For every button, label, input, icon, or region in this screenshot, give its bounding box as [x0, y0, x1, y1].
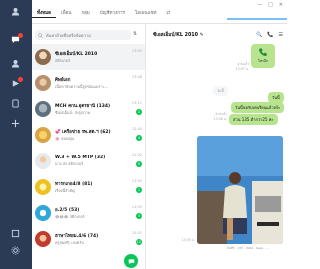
call-read-stamp: อ่านแล้ว 13:47 น. [235, 62, 249, 71]
chat-preview: ครูสมศรี: เก่งครับ [55, 240, 84, 245]
search-icon [38, 32, 43, 38]
chat-preview: เนื้อหาข้อความนี้ถูกซ่อนเพราะ... [55, 84, 109, 89]
chat-name: 💞 เครือข่าย รพ.สต.ฯ (62) [55, 130, 111, 135]
avatar [35, 101, 51, 117]
avatar [35, 179, 51, 195]
chat-list-item[interactable]: ศิษย์เอก เนื้อหาข้อความนี้ถูกซ่อนเพราะ...… [32, 70, 145, 96]
chat-list-item[interactable]: W.3 + W.5 MTP (32) นาง ส่ง สติกเกอร์ 12:2… [32, 148, 145, 174]
chat-filter-tabs: ทั้งหมด เพื่อน กลุ่ม บัญชีทางการ โอเพนแช… [32, 9, 175, 18]
call-message-card[interactable]: โทรอีก [251, 44, 275, 68]
shared-photo[interactable] [197, 136, 283, 244]
tab-groups[interactable]: กลุ่ม [76, 9, 94, 18]
tab-all[interactable]: ทั้งหมด [32, 9, 57, 18]
chat-time: 11:05 [131, 205, 142, 209]
tab-friends[interactable]: เพื่อน [56, 9, 76, 18]
chat-list-item[interactable]: อ.2/5 (53) 😂😂😂 สติกเกอร์ 11:05 3 [32, 200, 145, 226]
chat-name: ศิษย์เอก [55, 78, 71, 83]
title-accent-line [227, 18, 287, 20]
chat-name: อ.2/5 (53) [55, 208, 80, 213]
settings-icon[interactable] [10, 245, 21, 256]
close-button[interactable]: ✕ [279, 2, 283, 8]
chat-time: 13:59 [131, 49, 142, 53]
new-chat-button[interactable] [124, 254, 138, 268]
unread-badge: 4 [136, 135, 142, 141]
unread-badge: 9 [136, 161, 142, 167]
photo-actions[interactable]: บันทึก · แชร์ · ส่งต่อ · Keep · ... [227, 246, 269, 251]
top-tab-bar: ทั้งหมด เพื่อน กลุ่ม บัญชีทางการ โอเพนแช… [32, 0, 287, 24]
photo-time-stamp: 13:59 น. [181, 238, 195, 242]
avatar [35, 231, 51, 247]
chat-name: W.3 + W.5 MTP (32) [55, 155, 106, 160]
call-label: โทรอีก [257, 59, 269, 63]
photo-image [197, 136, 283, 244]
add-icon[interactable] [10, 118, 21, 129]
phone-icon[interactable]: 📞 [267, 32, 273, 38]
chat-bubble-icon [128, 258, 134, 264]
chat-list-item[interactable]: ซีเอสเอ็มบ์/KL 2010 สติกเกอร์ 13:59 [32, 44, 145, 70]
chat-preview: สติกเกอร์ [55, 58, 70, 63]
left-nav-rail [0, 0, 32, 269]
unread-badge: 12 [135, 239, 142, 245]
chat-name: MCH คกน.อุดรธานี (134) [55, 104, 111, 109]
profile-icon[interactable] [10, 6, 21, 17]
screen-capture-icon[interactable] [10, 228, 21, 239]
date-chip: วันนี้ [213, 86, 228, 96]
window-controls: — □ ✕ [257, 2, 283, 8]
chat-preview: เรื่องนี้สำคัญ [55, 188, 76, 193]
tab-official[interactable]: บัญชีทางการ [95, 9, 130, 18]
avatar [35, 75, 51, 91]
chat-time: 13:11 [131, 101, 142, 105]
maximize-button[interactable]: □ [268, 2, 273, 8]
sort-button[interactable]: ⇅ [133, 31, 137, 37]
search-input[interactable] [46, 32, 126, 38]
unread-badge: 2 [136, 109, 142, 115]
chat-preview: 😂😂😂 สติกเกอร์ [55, 214, 85, 219]
tab-more[interactable]: ⇄ [162, 9, 176, 18]
unread-badge: 3 [136, 213, 142, 219]
avatar [35, 205, 51, 221]
friends-icon[interactable] [10, 58, 21, 69]
chat-list-panel: ⇅ ซีเอสเอ็มบ์/KL 2010สติกเกอร์ 13:59 ศิษ… [32, 24, 146, 269]
chat-name: ทารกเกอ4/8 (81) [55, 182, 93, 187]
phone-icon [259, 48, 267, 56]
chat-time: 11:50 [131, 179, 142, 183]
chat-items: ซีเอสเอ็มบ์/KL 2010 สติกเกอร์ 13:59 ศิษย์… [32, 44, 145, 252]
chat-preview: นาง ส่ง สติกเกอร์ [55, 161, 84, 166]
message-read-stamp: อ่านแล้ว 13:58 น. [213, 112, 227, 121]
avatar [35, 153, 51, 169]
voom-badge [18, 77, 23, 82]
menu-icon[interactable]: ☰ [279, 32, 283, 38]
avatar [35, 127, 51, 143]
tab-openchat[interactable]: โอเพนแชท [130, 9, 162, 18]
unread-badge: 1 [136, 187, 142, 193]
message-bubble[interactable]: ส่วน 135 ต่ำกว่า25 ค่ะ [229, 114, 278, 125]
chat-list-item[interactable]: ฮาษาไทยม.4/6 (74) ครูสมศรี: เก่งครับ 10:3… [32, 226, 145, 252]
chat-name: ซีเอสเอ็มบ์/KL 2010 [55, 52, 98, 57]
conversation-tools: 🔍 📞 ☰ [256, 32, 283, 38]
chat-time: 12:40 [131, 127, 142, 131]
conversation-header: ซีเอสเอ็มบ์/KL 2010 ✎ 🔍 📞 ☰ [147, 24, 287, 46]
conversation-pane: ซีเอสเอ็มบ์/KL 2010 ✎ 🔍 📞 ☰ โทรอีก อ่านแ… [147, 24, 287, 269]
chat-list-item[interactable]: ทารกเกอ4/8 (81) เรื่องนี้สำคัญ 11:50 1 [32, 174, 145, 200]
chat-time: 12:22 [131, 153, 142, 157]
search-icon[interactable]: 🔍 [256, 32, 262, 38]
avatar [35, 49, 51, 65]
chat-list-item[interactable]: 💞 เครือข่าย รพ.สต.ฯ (62) 🌸 ขอบคุณ 12:40 4 [32, 122, 145, 148]
chat-time: 10:31 [131, 231, 142, 235]
message-bubble[interactable]: วันนี้ขอรับบทเรียนแล้วจร้ะ [231, 102, 285, 113]
conversation-title[interactable]: ซีเอสเอ็มบ์/KL 2010 ✎ [153, 31, 204, 39]
search-box[interactable] [35, 30, 131, 40]
chat-time: 13:48 [131, 75, 142, 79]
chat-preview: 🌸 ขอบคุณ [55, 136, 75, 141]
keep-icon[interactable] [10, 98, 21, 109]
chat-name: ฮาษาไทยม.4/6 (74) [55, 234, 99, 239]
chat-preview: ซีเอสเอ็มบ์: ส่งรูปภาพ [55, 110, 91, 115]
chats-badge [18, 33, 23, 38]
chat-list-item[interactable]: MCH คกน.อุดรธานี (134) ซีเอสเอ็มบ์: ส่งรู… [32, 96, 145, 122]
minimize-button[interactable]: — [257, 2, 262, 8]
